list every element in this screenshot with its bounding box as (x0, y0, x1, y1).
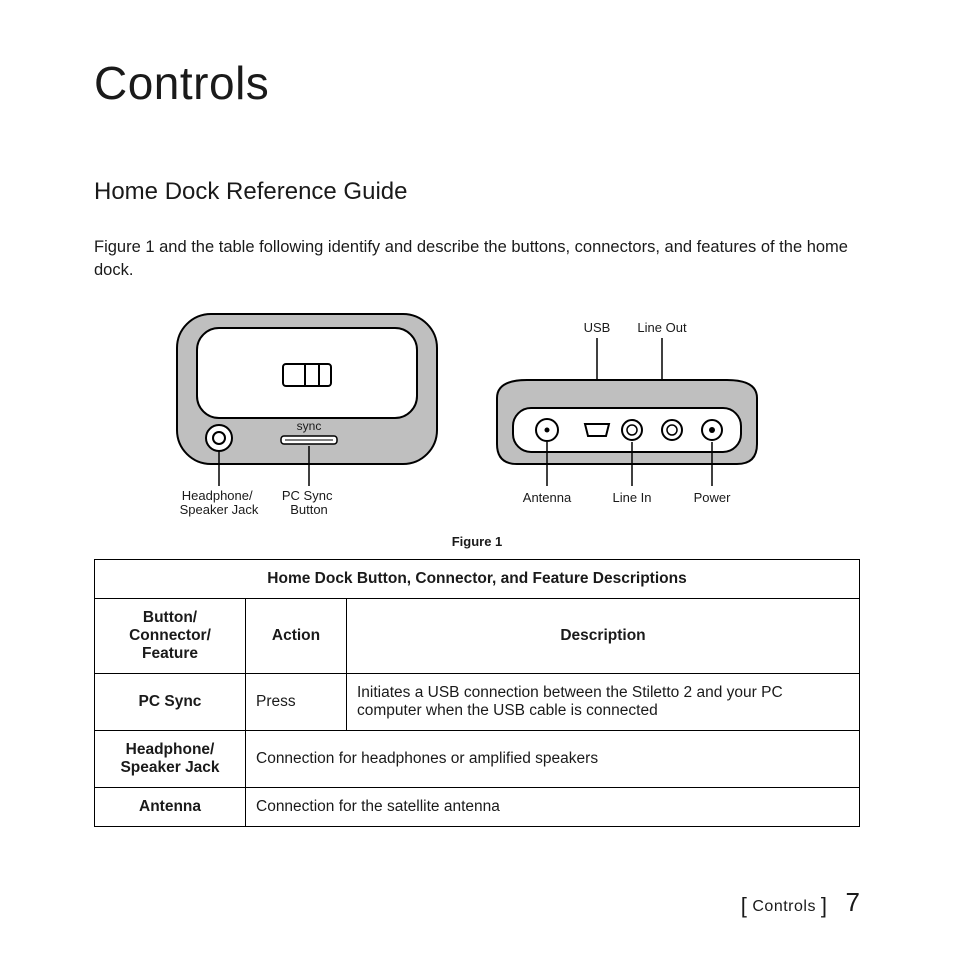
figure-caption: Figure 1 (94, 534, 860, 549)
usb-label: USB (584, 320, 611, 335)
row-action: Press (246, 674, 347, 731)
row-desc: Initiates a USB connection between the S… (347, 674, 860, 731)
row-name: PC Sync (95, 674, 246, 731)
table-title: Home Dock Button, Connector, and Feature… (95, 560, 860, 599)
headphone-jack-icon (206, 425, 232, 451)
dock-back-view: USB Line Out (497, 320, 757, 505)
linein-label: Line In (612, 490, 651, 505)
lineout-label: Line Out (637, 320, 687, 335)
page-number: 7 (846, 887, 860, 918)
sync-label-text: sync (297, 419, 322, 433)
table-row: PC Sync Press Initiates a USB connection… (95, 674, 860, 731)
pc-sync-button-icon (281, 436, 337, 444)
usb-port-icon (585, 424, 609, 436)
section-heading: Home Dock Reference Guide (94, 178, 860, 206)
table-row: Headphone/ Speaker Jack Connection for h… (95, 731, 860, 788)
figure-1: sync Headphone/ Speaker Jack PC Sync But… (157, 308, 797, 528)
page-footer: [ Controls ] 7 (741, 887, 860, 918)
antenna-label: Antenna (523, 490, 572, 505)
table-header-action: Action (246, 599, 347, 674)
dock-front-view: sync Headphone/ Speaker Jack PC Sync But… (177, 314, 437, 517)
dock-diagram: sync Headphone/ Speaker Jack PC Sync But… (157, 308, 797, 528)
row-name: Antenna (95, 788, 246, 827)
pcsync-label: PC Sync Button (282, 488, 336, 517)
power-label: Power (694, 490, 732, 505)
table-row: Antenna Connection for the satellite ant… (95, 788, 860, 827)
intro-paragraph: Figure 1 and the table following identif… (94, 236, 860, 282)
table-header-feature: Button/ Connector/ Feature (95, 599, 246, 674)
row-name: Headphone/ Speaker Jack (95, 731, 246, 788)
headphone-label: Headphone/ Speaker Jack (180, 488, 259, 517)
page-title: Controls (94, 56, 860, 110)
row-desc: Connection for headphones or amplified s… (246, 731, 860, 788)
row-desc: Connection for the satellite antenna (246, 788, 860, 827)
manual-page: Controls Home Dock Reference Guide Figur… (0, 0, 954, 954)
table-header-description: Description (347, 599, 860, 674)
footer-breadcrumb: [ Controls ] (741, 891, 828, 917)
feature-table: Home Dock Button, Connector, and Feature… (94, 559, 860, 827)
